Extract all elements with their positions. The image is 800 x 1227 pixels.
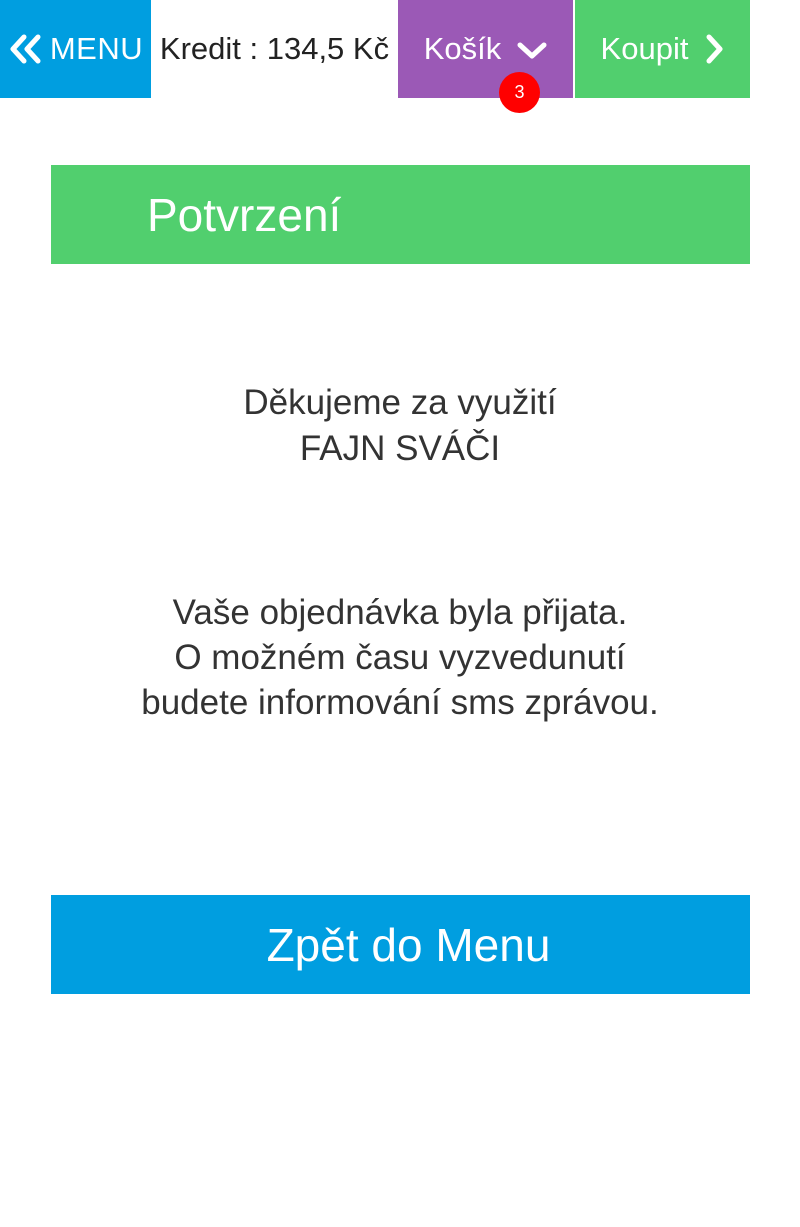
chevron-down-icon [517, 41, 547, 61]
cart-count-badge: 3 [499, 72, 540, 113]
cart-button[interactable]: Košík [398, 0, 573, 98]
confirmation-header: Potvrzení [51, 165, 750, 264]
chevron-right-icon [704, 34, 724, 64]
buy-button-label: Koupit [600, 31, 689, 66]
order-line: O možném času vyzvedunutí [174, 638, 626, 677]
back-to-menu-label: Zpět do Menu [266, 918, 551, 971]
page-title: Potvrzení [147, 188, 342, 241]
double-chevron-left-icon [8, 34, 42, 64]
brand-name: FAJN SVÁČI [299, 429, 501, 468]
back-to-menu-button[interactable]: Zpět do Menu [51, 895, 750, 994]
order-line: Vaše objednávka byla přijata. [172, 593, 628, 632]
thanks-message: Děkujeme za využití FAJN SVÁČI [0, 380, 800, 472]
cart-button-label: Košík [423, 31, 502, 66]
order-line: budete informování sms zprávou. [141, 683, 659, 722]
buy-button[interactable]: Koupit [575, 0, 750, 98]
top-bar: MENU Kredit : 134,5 Kč Košík 3 Koupit [0, 0, 800, 113]
order-confirmation-message: Vaše objednávka byla přijata. O možném č… [0, 590, 800, 725]
menu-button-label: MENU [49, 31, 144, 66]
thanks-line: Děkujeme za využití [243, 383, 557, 422]
page: MENU Kredit : 134,5 Kč Košík 3 Koupit Po… [0, 0, 800, 1227]
credit-display: Kredit : 134,5 Kč [159, 31, 390, 66]
menu-button[interactable]: MENU [0, 0, 151, 98]
